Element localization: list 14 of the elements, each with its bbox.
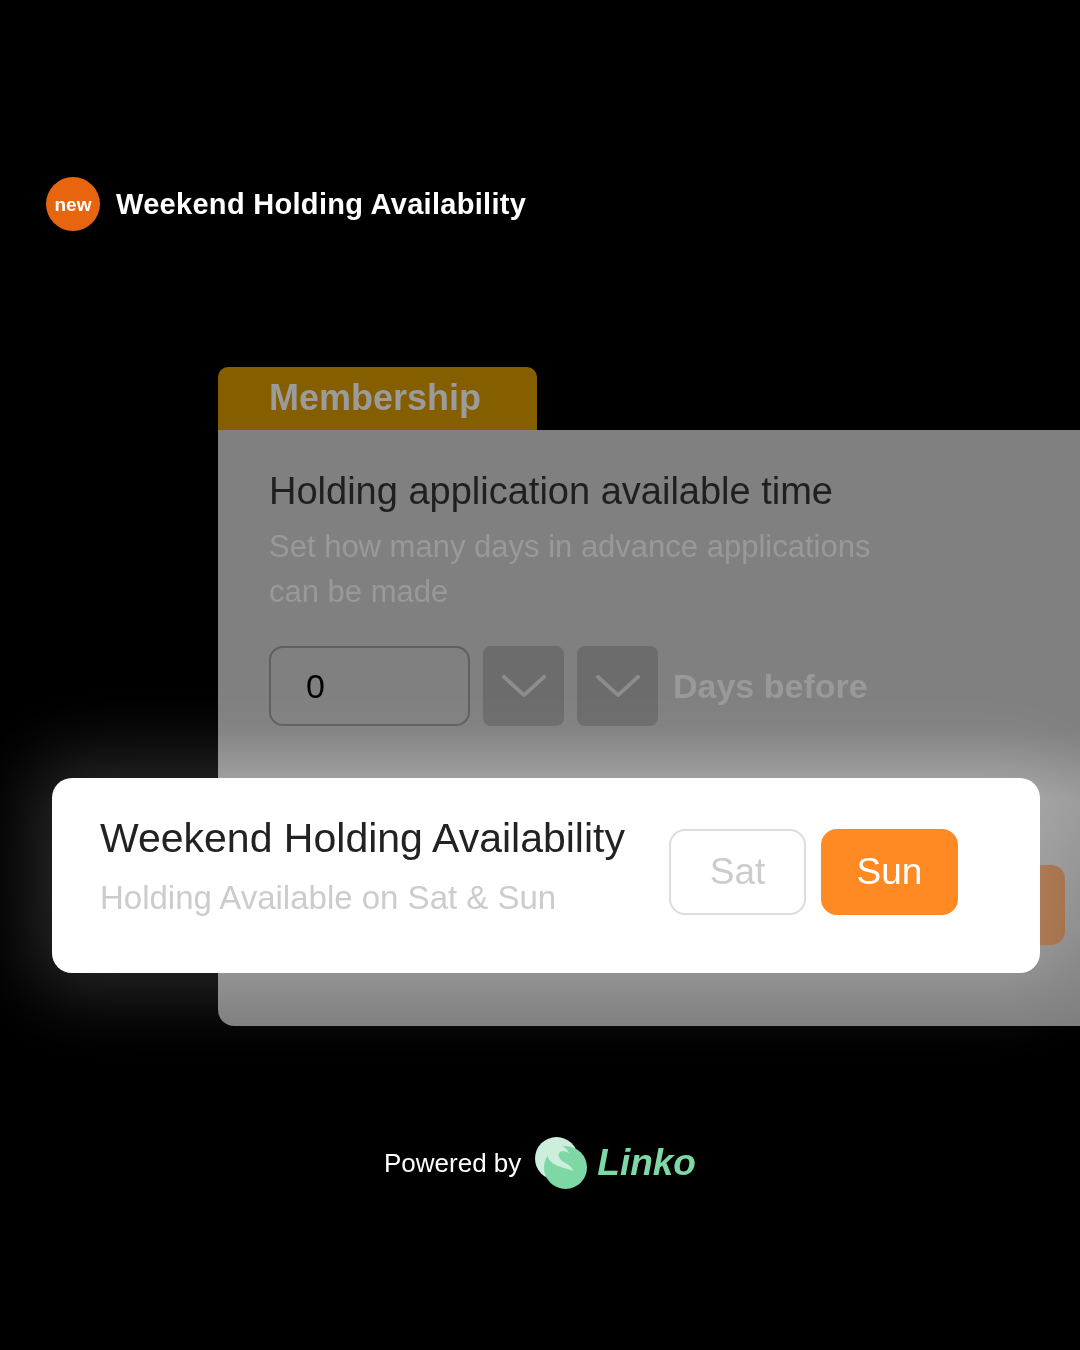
card-title: Weekend Holding Availability	[100, 814, 626, 862]
stepper-button[interactable]	[483, 646, 564, 726]
chevron-down-icon	[501, 674, 546, 698]
days-input[interactable]: 0	[269, 646, 470, 726]
day-toggle-button[interactable]: Sun	[821, 829, 958, 915]
headline: Weekend Holding Availability	[116, 187, 527, 221]
brand-name: Linko	[597, 1142, 696, 1184]
section-title: Holding application available time	[269, 470, 834, 512]
section-tab[interactable]: Membership	[218, 367, 537, 430]
chevron-down-icon	[595, 674, 640, 698]
powered-by-text: Powered by	[384, 1147, 522, 1179]
new-badge: new	[46, 177, 100, 231]
stepper-button[interactable]	[577, 646, 658, 726]
logo-icon	[535, 1137, 588, 1189]
